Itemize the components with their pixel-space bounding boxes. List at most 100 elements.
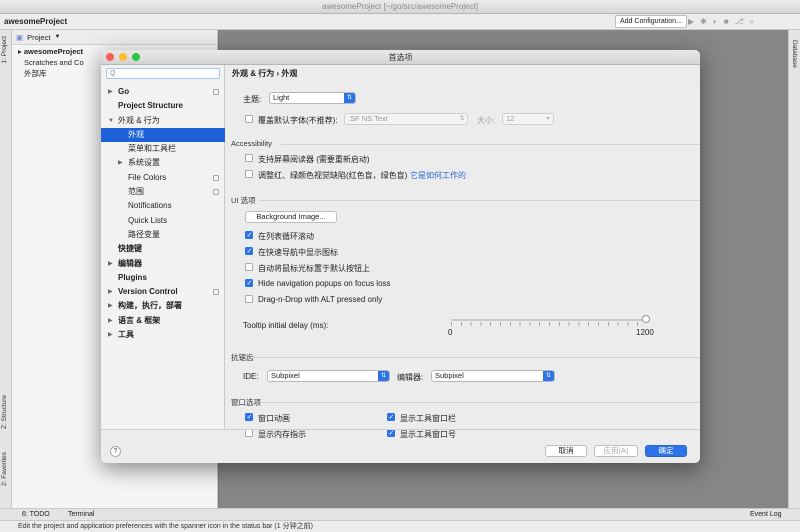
sidebar-item[interactable]: File Colors [101, 171, 225, 185]
left-tool-stripe: 1: Project Z: Structure 2: Favorites [0, 30, 12, 508]
event-log-tab[interactable]: Event Log [750, 509, 782, 520]
chevron-right-icon[interactable]: ▶ [118, 156, 123, 170]
cancel-button[interactable]: 取消 [545, 445, 587, 457]
run-icon[interactable]: ▶ [688, 16, 694, 28]
project-settings-icon [213, 289, 219, 296]
sidebar-item-label: Plugins [118, 272, 147, 282]
zoom-icon[interactable] [132, 53, 140, 61]
sidebar-item[interactable]: ▶ Version Control [101, 285, 225, 299]
chevron-right-icon[interactable]: ▶ [108, 257, 113, 271]
settings-search-input[interactable]: Q [106, 68, 220, 79]
override-font-checkbox[interactable] [245, 115, 253, 123]
apply-button[interactable]: 应用(A) [594, 445, 638, 457]
sidebar-item[interactable]: Quick Lists [101, 214, 225, 228]
chevron-right-icon[interactable]: ▶ [108, 314, 113, 328]
show-tool-window-bars-checkbox[interactable] [387, 413, 395, 421]
sidebar-item[interactable]: Plugins [101, 271, 225, 285]
show-tool-window-bars-label: 显示工具窗口栏 [400, 414, 456, 423]
font-size-select[interactable]: 12 ▾ [502, 113, 554, 125]
slider-knob[interactable] [642, 315, 650, 323]
sidebar-item-label: 系统设置 [128, 158, 160, 168]
sidebar-item[interactable]: 菜单和工具栏 [101, 142, 225, 156]
drag-alt-checkbox[interactable] [245, 295, 253, 303]
font-value: .SF NS Text [348, 114, 388, 123]
structure-tool-tab[interactable]: Z: Structure [1, 395, 8, 429]
search-icon[interactable]: ⌕ [750, 16, 754, 28]
favorites-tool-tab[interactable]: 2: Favorites [1, 452, 8, 486]
slider-max-label: 1200 [636, 328, 654, 337]
color-blind-checkbox[interactable] [245, 170, 253, 178]
hide-popups-checkbox[interactable] [245, 279, 253, 287]
font-select[interactable]: .SF NS Text ⇅ [344, 113, 468, 125]
cyclic-scrolling-checkbox[interactable] [245, 231, 253, 239]
chevron-down-icon[interactable]: ▼ [54, 34, 60, 40]
sidebar-item[interactable]: ▶ Go [101, 85, 225, 99]
tooltip-delay-label: Tooltip initial delay (ms): [243, 321, 329, 330]
ok-button[interactable]: 确定 [645, 445, 687, 457]
chevron-right-icon[interactable]: ▶ [108, 85, 113, 99]
project-tool-tab[interactable]: 1: Project [1, 36, 8, 63]
sidebar-item[interactable]: ▶ 构建，执行，部署 [101, 299, 225, 313]
section-divider [252, 357, 700, 358]
sidebar-item-label: File Colors [128, 172, 167, 182]
theme-value: Light [273, 93, 290, 102]
close-icon[interactable] [106, 53, 114, 61]
background-image-button[interactable]: Background Image... [245, 211, 337, 223]
stop-icon[interactable]: ■ [724, 16, 729, 28]
todo-tool-tab[interactable]: 6: TODO [22, 509, 50, 520]
sidebar-item[interactable]: ▶ 语言 & 框架 [101, 314, 225, 328]
move-cursor-checkbox[interactable] [245, 263, 253, 271]
sidebar-item[interactable]: Notifications [101, 199, 225, 213]
drag-alt-label: Drag-n-Drop with ALT pressed only [258, 295, 383, 304]
sidebar-item-label: 路径变量 [128, 229, 160, 239]
editor-aa-label: 编辑器: [397, 373, 424, 382]
editor-aa-value: Subpixel [435, 371, 464, 380]
tooltip-delay-slider[interactable] [451, 319, 647, 321]
chevron-right-icon[interactable]: ▶ [108, 285, 113, 299]
chevron-down-icon[interactable]: ▼ [108, 114, 114, 128]
ui-options-section-title: UI 选项 [231, 196, 256, 205]
right-tool-stripe: Database [788, 30, 800, 508]
hide-popups-label: Hide navigation popups on focus loss [258, 279, 391, 288]
memory-indicator-checkbox[interactable] [245, 429, 253, 437]
screen-reader-checkbox[interactable] [245, 154, 253, 162]
window-animation-checkbox[interactable] [245, 413, 253, 421]
add-configuration-button[interactable]: Add Configuration... [615, 15, 687, 28]
database-tool-tab[interactable]: Database [791, 40, 798, 68]
vcs-icon[interactable]: ⎇ [735, 16, 744, 28]
sidebar-item[interactable]: Project Structure [101, 99, 225, 113]
help-button[interactable]: ? [110, 446, 121, 457]
project-view-dropdown[interactable]: Project [27, 33, 50, 42]
window-controls [106, 53, 140, 61]
terminal-tool-tab[interactable]: Terminal [68, 509, 94, 520]
project-name: awesomeProject [4, 17, 68, 26]
minimize-icon[interactable] [119, 53, 127, 61]
sidebar-item[interactable]: ▼ 外观 & 行为 [101, 114, 225, 128]
screen-reader-label: 支持屏幕阅读器 (需要重新启动) [258, 155, 370, 164]
debug-icon[interactable]: ✱ [700, 16, 707, 28]
sidebar-item[interactable]: 快捷键 [101, 242, 225, 256]
sidebar-item[interactable]: ▶ 工具 [101, 328, 225, 342]
sidebar-item[interactable]: 路径变量 [101, 228, 225, 242]
slider-min-label: 0 [448, 328, 453, 337]
sidebar-item[interactable]: 范围 [101, 185, 225, 199]
tool-window-numbers-checkbox[interactable] [387, 429, 395, 437]
sidebar-item-label: 工具 [118, 330, 134, 340]
chevron-right-icon[interactable]: ▶ [108, 328, 113, 342]
coverage-icon[interactable]: ◐ [713, 16, 718, 28]
show-icons-label: 在快速导航中显示图标 [258, 248, 338, 257]
breadcrumb: 外观 & 行为 › 外观 [232, 69, 298, 78]
chevron-down-icon: ▾ [546, 116, 550, 122]
how-it-works-link[interactable]: 它是如何工作的 [410, 170, 466, 181]
ide-antialiasing-select[interactable]: Subpixel ⇅ [267, 370, 390, 382]
editor-antialiasing-select[interactable]: Subpixel ⇅ [431, 370, 555, 382]
project-settings-icon [213, 174, 219, 181]
chevron-right-icon[interactable]: ▶ [108, 299, 113, 313]
show-icons-checkbox[interactable] [245, 247, 253, 255]
sidebar-item[interactable]: ▶ 系统设置 [101, 156, 225, 170]
sidebar-item[interactable]: 外观 [101, 127, 225, 143]
sidebar-item-label: 范围 [128, 187, 144, 197]
sidebar-item[interactable]: ▶ 编辑器 [101, 257, 225, 271]
sidebar-item-label: 外观 [128, 129, 144, 139]
theme-select[interactable]: Light ⇅ [269, 92, 356, 104]
